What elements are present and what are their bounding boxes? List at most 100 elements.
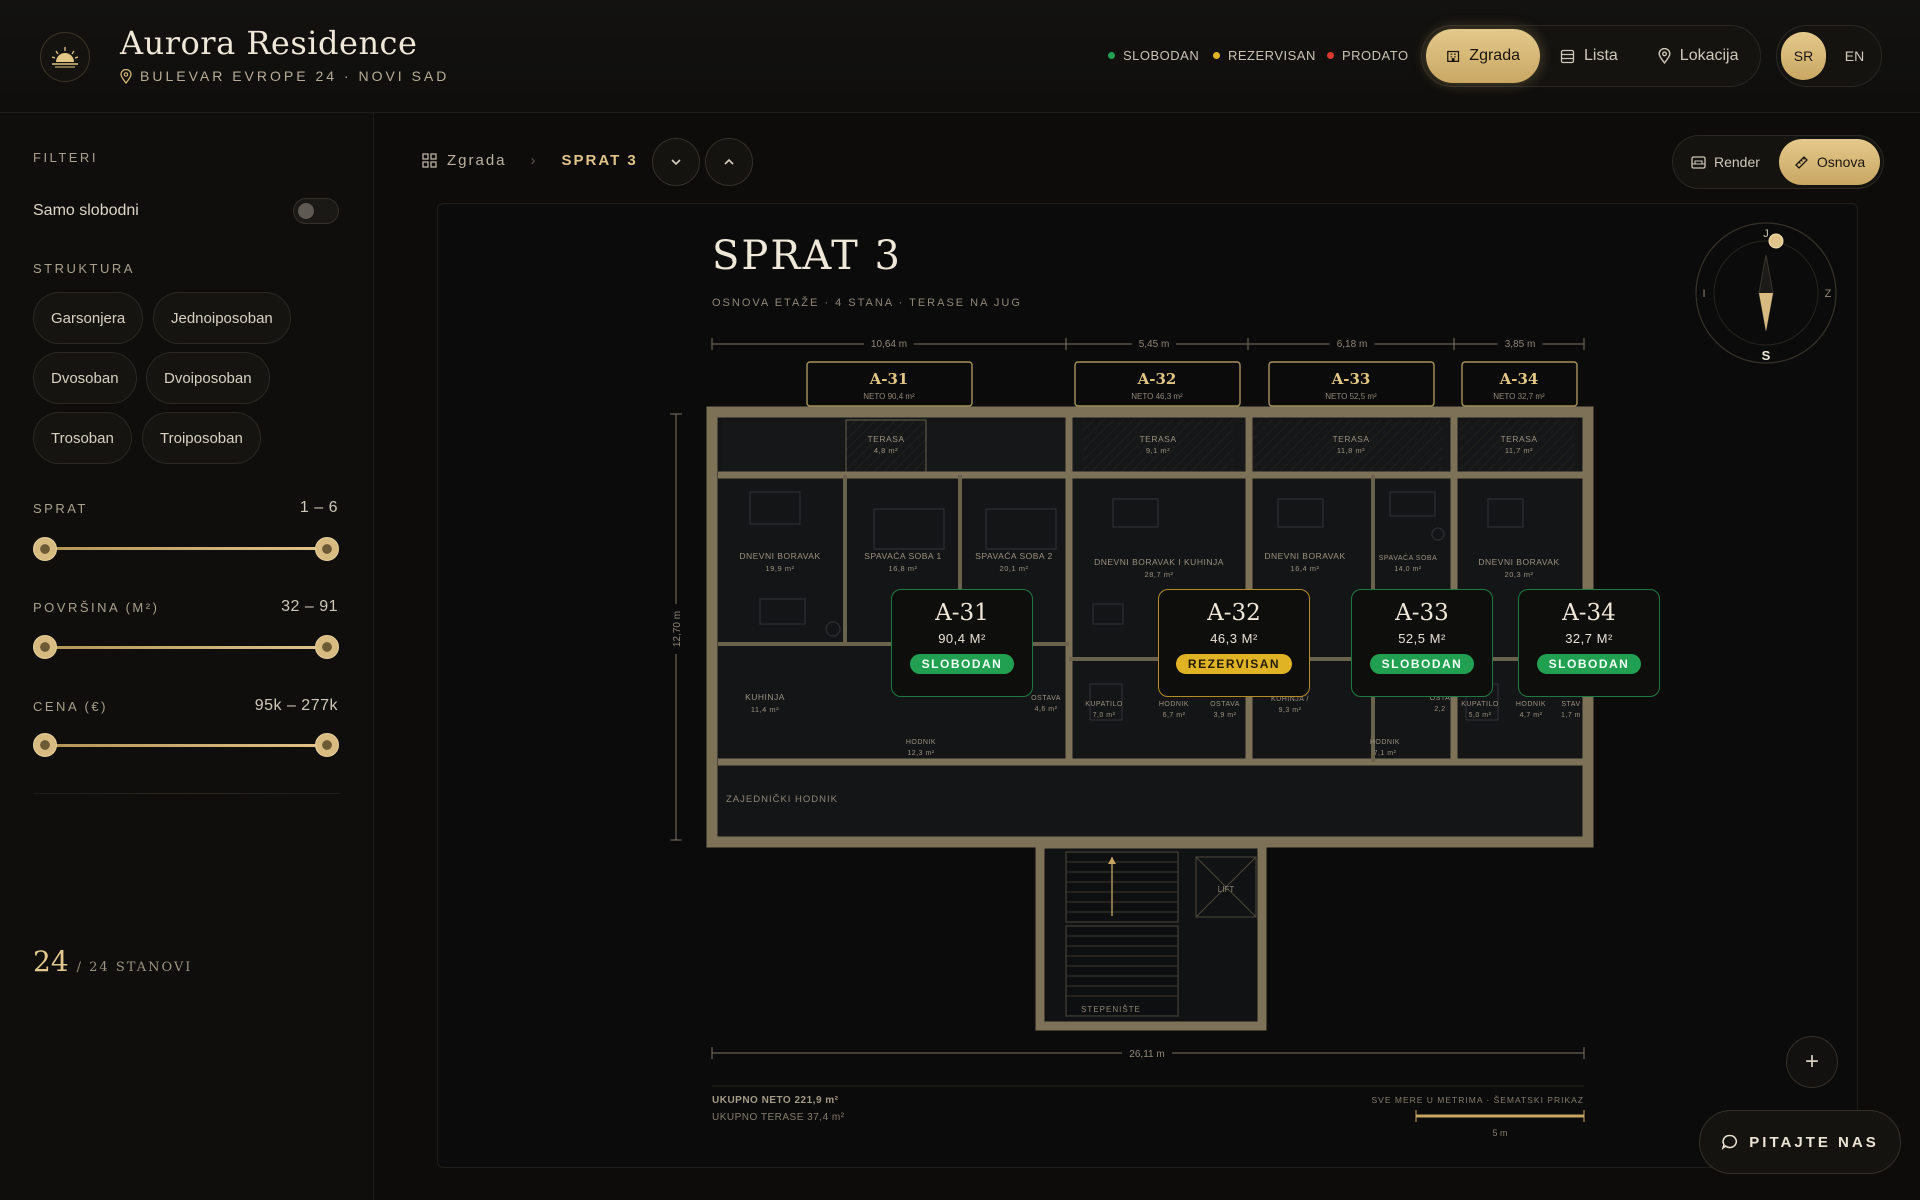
breadcrumb: Zgrada › SPRAT 3 (422, 152, 638, 169)
ruler-icon (1795, 155, 1808, 169)
price-range-min-handle[interactable] (33, 733, 57, 757)
total-net: UKUPNO NETO 221,9 m² (712, 1095, 839, 1106)
room-label: STAV (1561, 701, 1580, 708)
result-count: 24 / 24 STANOVI (33, 945, 192, 978)
chevron-down-icon (671, 159, 681, 166)
only-free-toggle[interactable] (293, 198, 339, 224)
status-dot-red (1327, 52, 1334, 59)
tab-location[interactable]: Lokacija (1638, 29, 1759, 83)
room-label: TERASA (867, 434, 904, 444)
grid-icon (422, 153, 437, 168)
apt-area: 32,7 M² (1565, 631, 1613, 646)
floor-range-track[interactable] (45, 547, 327, 550)
chip-troiposoban[interactable]: Troiposoban (142, 412, 261, 464)
lang-sr-button[interactable]: SR (1781, 32, 1826, 80)
divider (33, 793, 340, 794)
price-range-track[interactable] (45, 744, 327, 747)
apt-area: 52,5 M² (1398, 631, 1446, 646)
dim-height: 12,70 m (672, 611, 683, 647)
room-area: 7,1 m² (1374, 750, 1397, 757)
top-header: Aurora Residence BULEVAR EVROPE 24 · NOV… (0, 0, 1920, 113)
chip-dvosoban[interactable]: Dvosoban (33, 352, 137, 404)
area-range-max-handle[interactable] (315, 635, 339, 659)
room-label: HODNIK (1516, 701, 1546, 708)
room-area: 4,7 m² (1520, 712, 1543, 719)
plan-title: SPRAT 3 (712, 233, 902, 279)
floor-range-max-handle[interactable] (315, 537, 339, 561)
chat-bubble-icon (1721, 1134, 1738, 1151)
ask-us-label: PITAJTE NAS (1749, 1133, 1879, 1151)
breadcrumb-root[interactable]: Zgrada (447, 152, 507, 169)
view-mode-toggle: Render Osnova (1672, 135, 1884, 189)
brand-logo[interactable] (40, 32, 90, 82)
chip-jednoiposoban[interactable]: Jednoiposoban (153, 292, 291, 344)
room-label: KUPATILO (1085, 701, 1123, 708)
scale-label: 5 m (1492, 1128, 1507, 1138)
plus-icon: + (1804, 1048, 1819, 1075)
floor-down-button[interactable] (652, 138, 700, 186)
tab-list[interactable]: Lista (1540, 29, 1638, 83)
chip-dvoiposoban[interactable]: Dvoiposoban (146, 352, 270, 404)
area-range-track[interactable] (45, 646, 327, 649)
total-terraces: UKUPNO TERASE 37,4 m² (712, 1112, 845, 1123)
filters-title: FILTERI (33, 150, 98, 165)
tab-building[interactable]: Zgrada (1426, 29, 1540, 83)
corridor-label: ZAJEDNIČKI HODNIK (726, 794, 838, 805)
status-badge: SLOBODAN (1536, 654, 1642, 674)
legend-sold: PRODATO (1327, 48, 1409, 63)
area-range-min-handle[interactable] (33, 635, 57, 659)
room-label: TERASA (1500, 434, 1537, 444)
status-badge: SLOBODAN (909, 654, 1015, 674)
lift-label: LIFT (1218, 885, 1235, 894)
area-range-value: 32 – 91 (281, 598, 338, 615)
mode-label: Render (1714, 154, 1760, 170)
price-range-max-handle[interactable] (315, 733, 339, 757)
room-label: KUPATILO (1461, 701, 1499, 708)
mode-floorplan-button[interactable]: Osnova (1778, 139, 1881, 185)
apartment-card-a31[interactable]: A-31 90,4 M² SLOBODAN (891, 589, 1033, 697)
apt-name: A-34 (1562, 600, 1616, 626)
room-label: KUHINJA (745, 692, 785, 702)
apt-area: 46,3 M² (1210, 631, 1258, 646)
room-label: SPAVAĆA SOBA 2 (975, 551, 1052, 561)
room-area: 4,8 m² (874, 446, 898, 455)
room-area: 9,3 m² (1279, 707, 1302, 714)
room-label: DNEVNI BORAVAK I KUHINJA (1094, 557, 1224, 567)
chip-trosoban[interactable]: Trosoban (33, 412, 132, 464)
dim-bottom: 26,11 m (1129, 1049, 1164, 1060)
view-tabs: Zgrada Lista Lokacija (1421, 25, 1761, 87)
apartment-card-a34[interactable]: A-34 32,7 M² SLOBODAN (1518, 589, 1660, 697)
mode-label: Osnova (1816, 154, 1866, 170)
room-area: 2,2 (1434, 706, 1445, 713)
apartment-card-a32[interactable]: A-32 46,3 M² REZERVISAN (1158, 589, 1310, 697)
area-range-label: POVRŠINA (M²) (33, 600, 160, 615)
room-label: DNEVNI BORAVAK (1264, 551, 1345, 561)
result-count-total: / 24 STANOVI (76, 960, 193, 975)
apartment-card-a33[interactable]: A-33 52,5 M² SLOBODAN (1351, 589, 1493, 697)
room-label: KUHINJA / (1271, 696, 1309, 703)
structure-title: STRUKTURA (33, 261, 135, 276)
dim-top-4: 3,85 m (1505, 339, 1536, 350)
zoom-in-button[interactable]: + (1786, 1036, 1838, 1088)
building-icon (1447, 50, 1460, 62)
address-text: BULEVAR EVROPE 24 · NOVI SAD (140, 68, 450, 84)
sunrise-icon (51, 47, 79, 68)
floor-range-min-handle[interactable] (33, 537, 57, 561)
room-label: OSTAVA (1031, 695, 1061, 702)
room-area: 19,9 m² (766, 564, 795, 573)
plan-apt-net: NETO 32,7 m² (1493, 392, 1545, 401)
floor-up-button[interactable] (705, 138, 753, 186)
floorplan-canvas[interactable]: SPRAT 3 OSNOVA ETAŽE · 4 STANA · TERASE … (437, 203, 1858, 1168)
chip-garsonjera[interactable]: Garsonjera (33, 292, 144, 344)
toggle-knob (298, 203, 314, 219)
ask-us-button[interactable]: PITAJTE NAS (1699, 1110, 1901, 1174)
room-label: DNEVNI BORAVAK (1478, 557, 1559, 567)
project-title: Aurora Residence (120, 24, 418, 62)
legend-label: SLOBODAN (1123, 48, 1200, 63)
room-label: HODNIK (1370, 739, 1400, 746)
status-badge: REZERVISAN (1175, 654, 1293, 674)
mode-render-button[interactable]: Render (1676, 139, 1775, 185)
room-label: OSTAVA (1210, 701, 1240, 708)
lang-en-button[interactable]: EN (1832, 32, 1877, 80)
list-icon (1560, 49, 1575, 63)
